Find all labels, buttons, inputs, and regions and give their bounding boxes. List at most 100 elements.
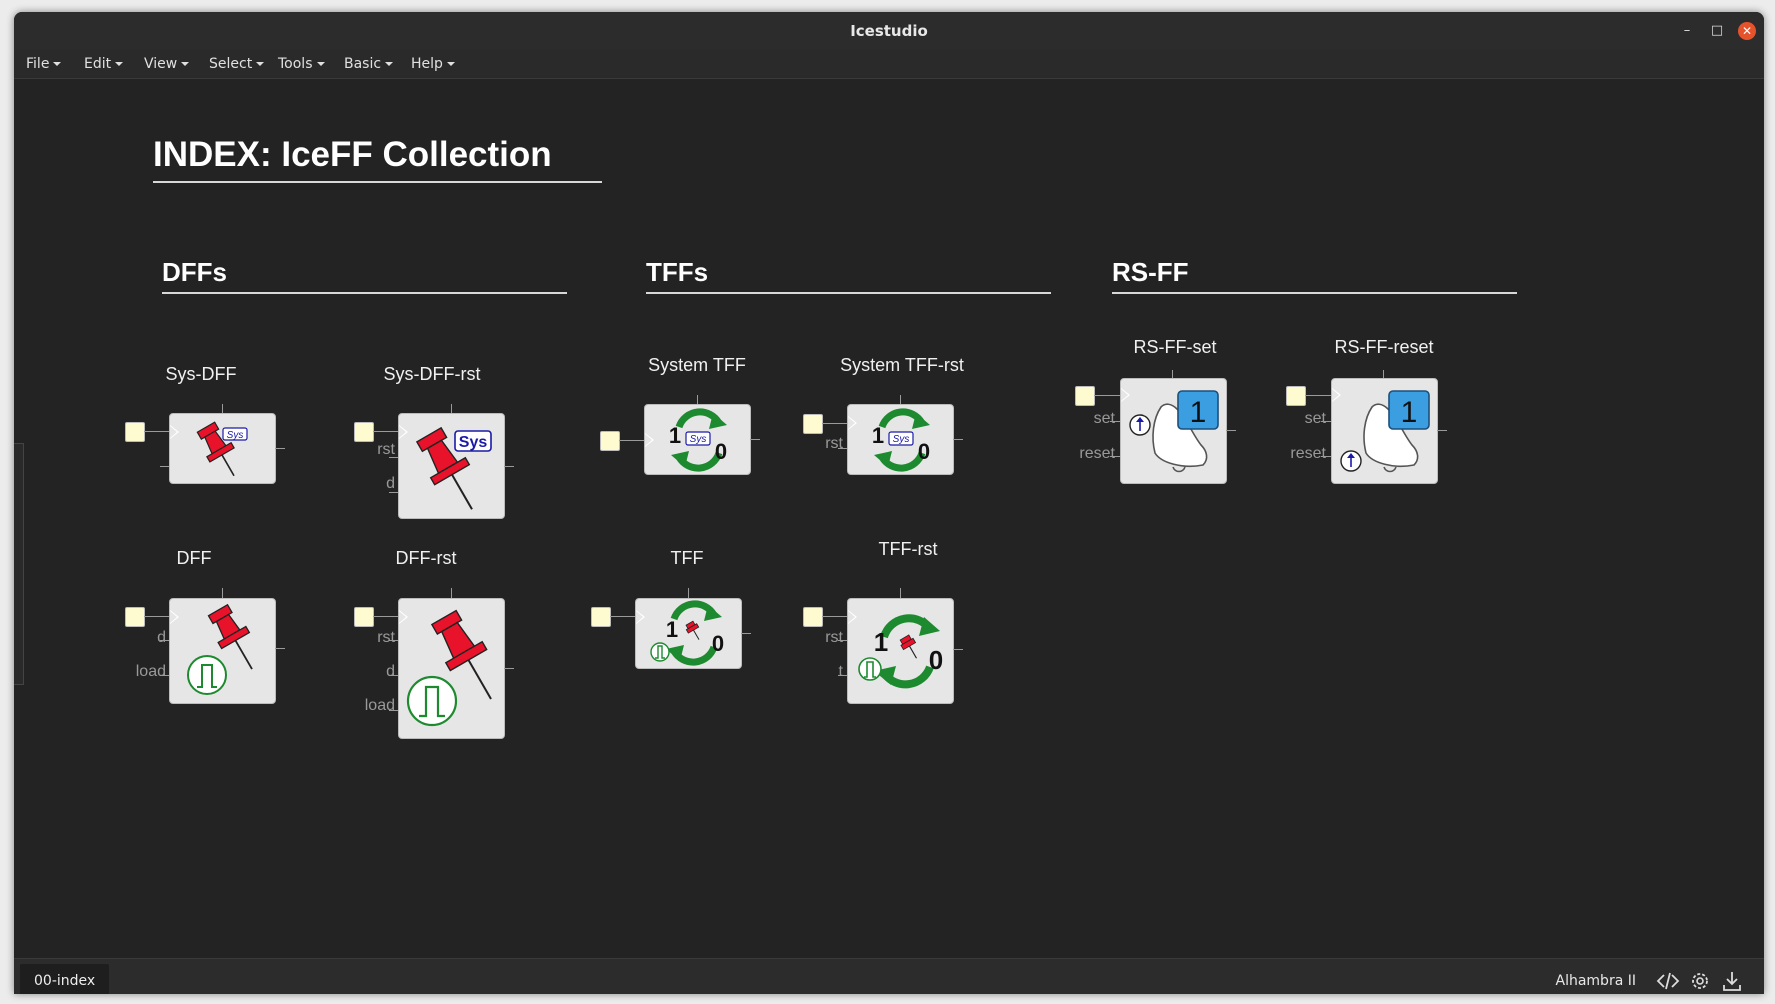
- block-box[interactable]: 1 0 Sys: [644, 404, 751, 475]
- menu-view[interactable]: View: [144, 50, 190, 78]
- wire: [504, 668, 514, 669]
- block-label: System TFF-rst: [840, 355, 964, 375]
- port-label: rst: [377, 629, 395, 646]
- chevron-down-icon: [53, 62, 62, 66]
- board-selector[interactable]: Alhambra II: [1556, 959, 1637, 994]
- maximize-button[interactable]: □: [1708, 22, 1726, 40]
- block-box[interactable]: 1: [1120, 378, 1227, 484]
- chevron-down-icon: [256, 62, 265, 66]
- gear-icon[interactable]: [1688, 969, 1712, 993]
- section-tffs-title: TFFs: [646, 257, 709, 287]
- input-pin[interactable]: [1286, 386, 1306, 406]
- wire: [1321, 456, 1331, 457]
- menu-tools[interactable]: Tools: [278, 50, 325, 78]
- pin-icon: [406, 609, 492, 727]
- chevron-down-icon: [385, 62, 394, 66]
- input-pin[interactable]: [591, 607, 611, 627]
- input-pin[interactable]: [803, 607, 823, 627]
- zero-label: 0: [918, 439, 930, 464]
- block-box[interactable]: 1 0: [847, 598, 954, 704]
- block-box[interactable]: Sys: [398, 413, 505, 519]
- input-pin[interactable]: [1075, 386, 1095, 406]
- page-title: INDEX: IceFF Collection: [153, 135, 552, 174]
- code-icon[interactable]: [1656, 969, 1680, 993]
- wire: [222, 588, 223, 598]
- design-canvas[interactable]: INDEX: IceFF Collection DFFs TFFs RS-FF …: [14, 79, 1764, 957]
- wire: [1226, 430, 1236, 431]
- one-label: 1: [874, 627, 888, 657]
- block-label: System TFF: [648, 355, 746, 375]
- block-box[interactable]: Sys: [169, 413, 276, 484]
- input-pin[interactable]: [125, 607, 145, 627]
- input-pin[interactable]: [803, 414, 823, 434]
- wire: [741, 633, 751, 634]
- menu-edit[interactable]: Edit: [84, 50, 124, 78]
- block-label: DFF-rst: [395, 548, 457, 568]
- menu-help-label: Help: [411, 56, 443, 72]
- pin-icon: Sys: [196, 421, 248, 477]
- port-label: set: [1304, 410, 1326, 427]
- block-box[interactable]: [398, 598, 505, 739]
- up-arrow-icon: [1129, 414, 1151, 436]
- menu-file-label: File: [26, 56, 50, 72]
- wire: [1110, 421, 1120, 422]
- wire: [144, 431, 170, 432]
- wire: [750, 439, 760, 440]
- zero-label: 0: [715, 439, 727, 464]
- wire: [1305, 395, 1331, 396]
- input-pin[interactable]: [600, 431, 620, 451]
- port-label: t: [838, 663, 843, 680]
- minimize-button[interactable]: –: [1678, 22, 1696, 40]
- wire: [953, 439, 963, 440]
- close-button[interactable]: ✕: [1738, 22, 1756, 40]
- port-label: rst: [825, 435, 843, 452]
- wire: [451, 588, 452, 598]
- wire: [275, 648, 285, 649]
- menu-bar: File Edit View Select Tools Basic Help: [14, 50, 1764, 79]
- refresh-icon: 1 0: [858, 614, 943, 689]
- port-label: d: [386, 475, 395, 492]
- menu-select[interactable]: Select: [209, 50, 265, 78]
- port-label: reset: [1079, 445, 1115, 462]
- input-pin[interactable]: [354, 607, 374, 627]
- block-label: RS-FF-reset: [1334, 337, 1434, 357]
- app-window: Icestudio – □ ✕ File Edit View Select To…: [14, 12, 1764, 994]
- port-label: rst: [825, 629, 843, 646]
- input-pin[interactable]: [354, 422, 374, 442]
- one-label: 1: [1190, 396, 1207, 429]
- block-box[interactable]: 1: [1331, 378, 1438, 484]
- port-label: d: [157, 629, 166, 646]
- menu-help[interactable]: Help: [411, 50, 455, 78]
- wire: [688, 588, 689, 598]
- chevron-down-icon: [181, 62, 190, 66]
- input-pin[interactable]: [125, 422, 145, 442]
- block-label: RS-FF-set: [1133, 337, 1217, 357]
- wire: [822, 616, 848, 617]
- chevron-down-icon: [115, 62, 124, 66]
- section-dffs-title: DFFs: [162, 257, 227, 287]
- zero-label: 0: [712, 631, 724, 656]
- tab-00-index[interactable]: 00-index: [20, 964, 110, 994]
- menu-file[interactable]: File: [26, 50, 62, 78]
- one-label: 1: [872, 423, 884, 448]
- block-box[interactable]: 1 0 Sys: [847, 404, 954, 475]
- pin-icon: [685, 620, 700, 640]
- port-label: load: [364, 697, 395, 714]
- pulse-icon: [650, 642, 670, 662]
- block-label: Sys-DFF-rst: [383, 364, 481, 384]
- menu-basic[interactable]: Basic: [344, 50, 394, 78]
- wire: [822, 423, 848, 424]
- one-label: 1: [669, 423, 681, 448]
- section-tffs-underline: [646, 292, 1051, 294]
- one-label: 1: [666, 617, 678, 642]
- block-box[interactable]: [169, 598, 276, 704]
- block-box[interactable]: 1 0: [635, 598, 742, 669]
- wire: [900, 588, 901, 598]
- up-arrow-icon: [1340, 450, 1362, 472]
- sys-badge-text: Sys: [459, 434, 488, 451]
- download-icon[interactable]: [1720, 969, 1744, 993]
- left-side-panel[interactable]: [14, 443, 24, 685]
- status-bar: 00-index Alhambra II: [14, 958, 1764, 994]
- title-bar: Icestudio – □ ✕: [14, 12, 1764, 51]
- wire: [275, 448, 285, 449]
